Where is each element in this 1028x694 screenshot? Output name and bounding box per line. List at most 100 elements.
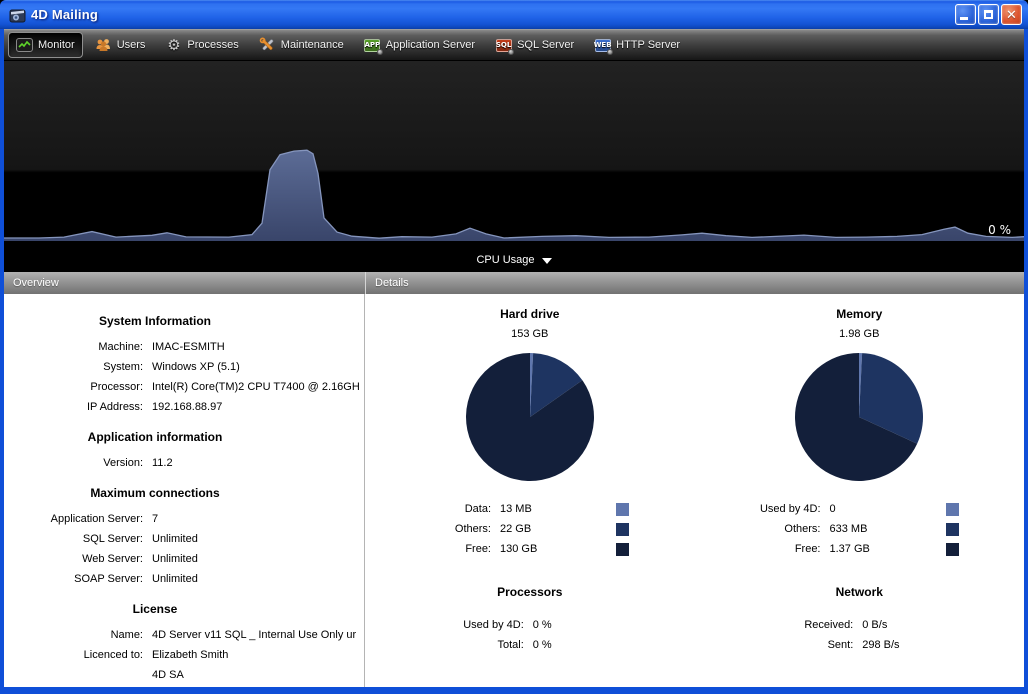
toolbar-item-label: Monitor bbox=[38, 39, 75, 51]
legend-row: Others:22 GB bbox=[373, 519, 629, 539]
details-header-label: Details bbox=[375, 277, 409, 289]
overview-row: Application Server:7 bbox=[4, 509, 364, 529]
toolbar-item-processes[interactable]: ⚙Processes bbox=[157, 32, 246, 58]
toolbar-item-maintenance[interactable]: Maintenance bbox=[251, 32, 352, 58]
gear-icon: ⚙ bbox=[165, 37, 182, 53]
toolbar-item-http-server[interactable]: WEBHTTP Server bbox=[586, 32, 688, 58]
toolbar-item-monitor[interactable]: Monitor bbox=[8, 32, 83, 58]
legend-value: 130 GB bbox=[500, 543, 616, 555]
overview-row: Machine:IMAC-ESMITH bbox=[4, 337, 364, 357]
row-label: SOAP Server: bbox=[4, 569, 152, 589]
graph-metric-label: CPU Usage bbox=[476, 254, 534, 266]
monitor-chart-icon bbox=[16, 37, 33, 53]
overview-section-title: Maximum connections bbox=[4, 486, 306, 500]
row-value: 4D Server v11 SQL _ Internal Use Only ur bbox=[152, 625, 356, 645]
memory-title: Memory bbox=[836, 307, 882, 321]
legend-row: Free:1.37 GB bbox=[703, 539, 959, 559]
toolbar-item-users[interactable]: Users bbox=[87, 32, 154, 58]
processors-title: Processors bbox=[497, 585, 562, 599]
overview-section-title: Application information bbox=[4, 430, 306, 444]
overview-row: Name:4D Server v11 SQL _ Internal Use On… bbox=[4, 625, 364, 645]
row-value: Elizabeth Smith 4D SA bbox=[152, 645, 228, 685]
toolbar-item-label: Users bbox=[117, 39, 146, 51]
users-icon bbox=[95, 37, 112, 53]
hard-drive-capacity: 153 GB bbox=[511, 328, 548, 340]
processors-section: Processors Used by 4D:0 %Total:0 % bbox=[365, 585, 695, 655]
legend-color-swatch bbox=[616, 543, 629, 556]
legend-color-swatch bbox=[946, 523, 959, 536]
chevron-down-icon bbox=[542, 258, 552, 264]
tools-icon bbox=[259, 37, 276, 53]
row-label: Version: bbox=[4, 453, 152, 473]
maximize-button[interactable] bbox=[978, 4, 999, 25]
legend-color-swatch bbox=[946, 503, 959, 516]
overview-panel-header: Overview bbox=[4, 272, 365, 294]
app-window: 4D Mailing ✕ Monitor Users ⚙Processes Maint… bbox=[0, 0, 1028, 694]
overview-row: System:Windows XP (5.1) bbox=[4, 357, 364, 377]
toolbar: Monitor Users ⚙Processes Maintenance APPAppl… bbox=[4, 29, 1024, 61]
app-badge-icon: APP bbox=[364, 37, 381, 53]
legend-label: Data: bbox=[373, 503, 500, 515]
row-value: Windows XP (5.1) bbox=[152, 357, 240, 377]
network-rows: Received:0 B/sSent:298 B/s bbox=[735, 615, 991, 655]
row-label: Licenced to: bbox=[4, 645, 152, 685]
legend-value: 22 GB bbox=[500, 523, 616, 535]
overview-row: IP Address:192.168.88.97 bbox=[4, 397, 364, 417]
toolbar-item-application-server[interactable]: APPApplication Server bbox=[356, 32, 483, 58]
row-label: Machine: bbox=[4, 337, 152, 357]
toolbar-item-sql-server[interactable]: SQL SQL Server bbox=[487, 32, 582, 58]
row-value: 7 bbox=[152, 509, 158, 529]
legend-label: Others: bbox=[703, 523, 830, 535]
row-label: Received: bbox=[735, 615, 862, 635]
legend-row: Used by 4D:0 bbox=[703, 499, 959, 519]
legend-color-swatch bbox=[616, 523, 629, 536]
legend-value: 0 bbox=[830, 503, 946, 515]
row-label: System: bbox=[4, 357, 152, 377]
close-icon: ✕ bbox=[1006, 8, 1017, 21]
legend-row: Free:130 GB bbox=[373, 539, 629, 559]
overview-section-title: License bbox=[4, 602, 306, 616]
legend-label: Others: bbox=[373, 523, 500, 535]
maximize-icon bbox=[984, 10, 993, 19]
legend-label: Used by 4D: bbox=[703, 503, 830, 515]
row-value: 11.2 bbox=[152, 453, 173, 473]
memory-section: Memory 1.98 GB Used by 4D:0Others:633 MB… bbox=[695, 307, 1025, 559]
window-title: 4D Mailing bbox=[31, 7, 98, 22]
stat-row: Sent:298 B/s bbox=[735, 635, 991, 655]
processors-rows: Used by 4D:0 %Total:0 % bbox=[406, 615, 662, 655]
row-value: Unlimited bbox=[152, 569, 198, 589]
minimize-icon bbox=[960, 17, 968, 20]
details-panel-header: Details bbox=[366, 272, 1024, 294]
legend-value: 1.37 GB bbox=[830, 543, 946, 555]
sql-badge-icon: SQL bbox=[495, 37, 512, 53]
overview-panel: System InformationMachine:IMAC-ESMITHSys… bbox=[4, 294, 365, 687]
graph-metric-selector[interactable]: CPU Usage bbox=[4, 248, 1024, 272]
legend-row: Data:13 MB bbox=[373, 499, 629, 519]
memory-capacity: 1.98 GB bbox=[839, 328, 879, 340]
row-label: Processor: bbox=[4, 377, 152, 397]
row-value: 0 % bbox=[533, 615, 552, 635]
legend-color-swatch bbox=[946, 543, 959, 556]
row-label: Web Server: bbox=[4, 549, 152, 569]
hard-drive-title: Hard drive bbox=[500, 307, 559, 321]
network-title: Network bbox=[836, 585, 883, 599]
minimize-button[interactable] bbox=[955, 4, 976, 25]
legend-color-swatch bbox=[616, 503, 629, 516]
row-label: Name: bbox=[4, 625, 152, 645]
cpu-usage-chart: 0 % bbox=[4, 61, 1024, 248]
row-label: IP Address: bbox=[4, 397, 152, 417]
close-button[interactable]: ✕ bbox=[1001, 4, 1022, 25]
network-section: Network Received:0 B/sSent:298 B/s bbox=[695, 585, 1025, 655]
overview-row: SOAP Server:Unlimited bbox=[4, 569, 364, 589]
row-value: 298 B/s bbox=[862, 635, 899, 655]
toolbar-item-label: SQL Server bbox=[517, 39, 574, 51]
legend-value: 13 MB bbox=[500, 503, 616, 515]
legend-value: 633 MB bbox=[830, 523, 946, 535]
row-value: 0 B/s bbox=[862, 615, 887, 635]
overview-row: Version:11.2 bbox=[4, 453, 364, 473]
hard-drive-section: Hard drive 153 GB Data:13 MBOthers:22 GB… bbox=[365, 307, 695, 559]
toolbar-item-label: Maintenance bbox=[281, 39, 344, 51]
legend-row: Others:633 MB bbox=[703, 519, 959, 539]
legend-label: Free: bbox=[703, 543, 830, 555]
stat-row: Used by 4D:0 % bbox=[406, 615, 662, 635]
